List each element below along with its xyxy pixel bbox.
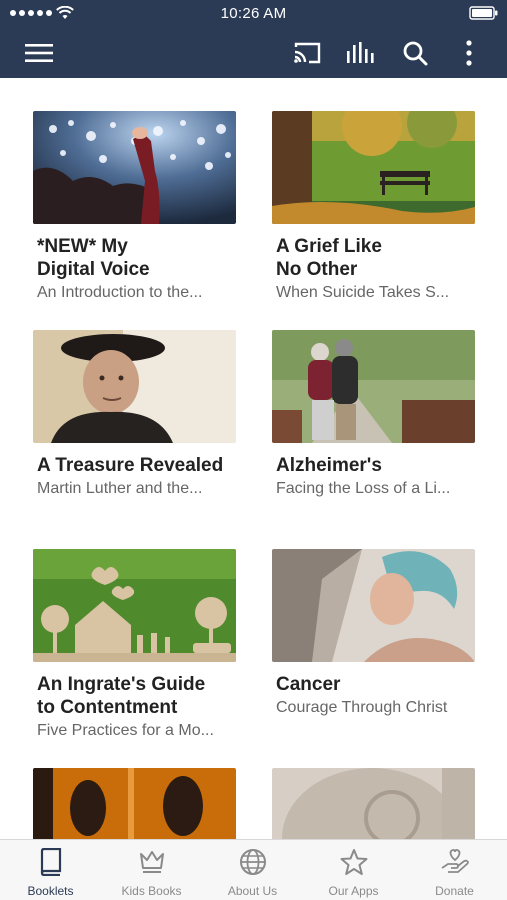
- tab-about-us[interactable]: About Us: [202, 840, 303, 900]
- booklet-cover-image: [272, 330, 475, 443]
- tab-donate[interactable]: Donate: [404, 840, 505, 900]
- tab-label: Our Apps: [328, 884, 379, 898]
- booklet-subtitle: An Introduction to the...: [37, 284, 203, 301]
- search-icon[interactable]: [398, 36, 432, 70]
- booklet-title: A Grief Like No Other: [276, 236, 382, 280]
- booklet-cover-image: [33, 549, 236, 662]
- tab-label: Kids Books: [121, 884, 182, 898]
- booklet-card-treasure-revealed[interactable]: A Treasure Revealed Martin Luther and th…: [33, 330, 236, 499]
- star-icon: [303, 848, 404, 878]
- booklet-subtitle: Facing the Loss of a Li...: [276, 480, 451, 497]
- booklet-title: *NEW* My Digital Voice: [37, 236, 150, 280]
- menu-icon[interactable]: [22, 36, 56, 70]
- top-bar: 10:26 AM: [0, 0, 507, 78]
- tab-kids-books[interactable]: Kids Books: [101, 840, 202, 900]
- audio-bars-icon[interactable]: [344, 36, 378, 70]
- booklet-subtitle: Martin Luther and the...: [37, 480, 203, 497]
- booklet-card-8[interactable]: [272, 768, 475, 840]
- tab-label: Donate: [435, 884, 474, 898]
- toolbar: [0, 28, 507, 78]
- booklet-card-7[interactable]: [33, 768, 236, 840]
- booklet-grid: *NEW* My Digital Voice An Introduction t…: [0, 78, 507, 840]
- booklet-cover-image: [272, 111, 475, 224]
- booklet-title: A Treasure Revealed: [37, 455, 224, 476]
- status-bar: 10:26 AM: [0, 0, 507, 28]
- globe-icon: [202, 848, 303, 878]
- booklet-subtitle: Five Practices for a Mo...: [37, 722, 214, 739]
- booklet-title: Cancer: [276, 674, 341, 695]
- tab-label: About Us: [227, 884, 278, 898]
- booklet-subtitle: When Suicide Takes S...: [276, 284, 450, 301]
- booklet-title: Alzheimer's: [276, 455, 382, 476]
- booklet-card-digital-voice[interactable]: *NEW* My Digital Voice An Introduction t…: [33, 111, 236, 303]
- tab-booklets[interactable]: Booklets: [0, 840, 101, 900]
- booklet-card-grief[interactable]: A Grief Like No Other When Suicide Takes…: [272, 111, 475, 303]
- app-screen: 10:26 AM *NEW* My Digital Voice An Intro…: [0, 0, 507, 900]
- crown-icon: [101, 848, 202, 878]
- booklet-card-ingrates-guide[interactable]: An Ingrate's Guide to Contentment Five P…: [33, 549, 236, 741]
- booklet-cover-image: [33, 330, 236, 443]
- bottom-tab-bar: Booklets Kids Books About Us Our Apps Do…: [0, 839, 507, 900]
- booklet-cover-image: [272, 768, 475, 840]
- book-icon: [0, 848, 101, 878]
- booklet-cover-image: [33, 768, 236, 840]
- booklet-cover-image: [33, 111, 236, 224]
- booklet-cover-image: [272, 549, 475, 662]
- booklet-subtitle: Courage Through Christ: [276, 699, 448, 716]
- booklet-title: An Ingrate's Guide to Contentment: [37, 674, 206, 718]
- donate-hand-icon: [404, 848, 505, 878]
- tab-our-apps[interactable]: Our Apps: [303, 840, 404, 900]
- booklet-card-alzheimers[interactable]: Alzheimer's Facing the Loss of a Li...: [272, 330, 475, 499]
- cast-icon[interactable]: [290, 36, 324, 70]
- more-vert-icon[interactable]: [452, 36, 486, 70]
- battery-icon: [469, 6, 498, 20]
- status-time: 10:26 AM: [220, 5, 287, 22]
- booklet-card-cancer[interactable]: Cancer Courage Through Christ: [272, 549, 475, 718]
- tab-label: Booklets: [27, 884, 74, 898]
